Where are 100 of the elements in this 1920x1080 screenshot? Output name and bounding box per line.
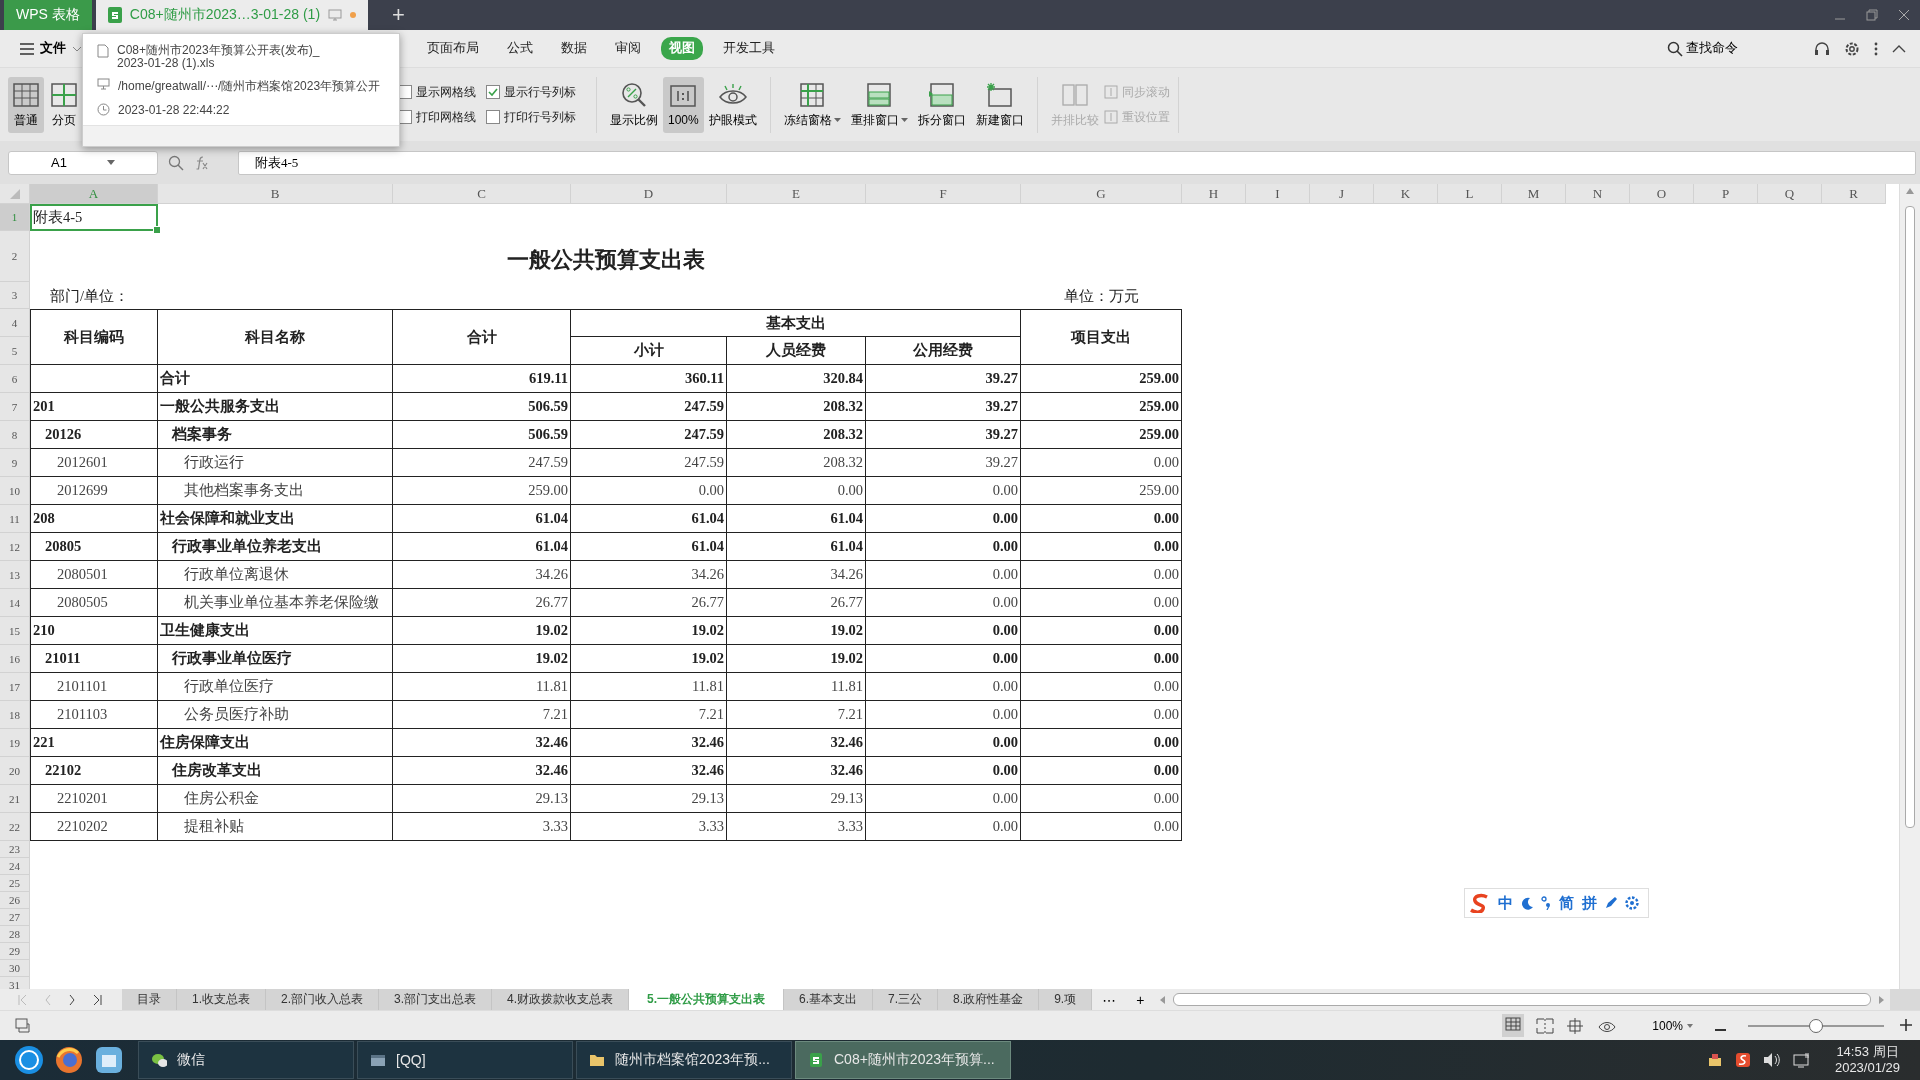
sheet-tab[interactable]: 5.一般公共预算支出表 [629, 989, 785, 1010]
row-number[interactable]: 24 [0, 858, 30, 875]
ribbon-button[interactable]: 重排窗口 [845, 76, 913, 133]
input-method-logo-icon[interactable] [1469, 893, 1491, 913]
column-header[interactable]: P [1694, 184, 1758, 204]
function-icon[interactable] [194, 155, 208, 170]
ribbon-button[interactable]: 护眼模式 [703, 76, 762, 133]
column-header[interactable]: O [1630, 184, 1694, 204]
column-header[interactable]: D [571, 184, 727, 204]
row-number[interactable]: 30 [0, 960, 30, 977]
normal-view-icon[interactable] [1505, 1017, 1522, 1031]
row-number[interactable]: 16 [0, 645, 30, 673]
sheet-tab[interactable]: 9.项 [1039, 989, 1093, 1010]
row-number[interactable]: 2 [0, 231, 30, 282]
punctuation-icon[interactable] [1540, 896, 1552, 910]
new-tab-button[interactable]: + [386, 0, 411, 30]
row-number[interactable]: 11 [0, 505, 30, 533]
sheet-tab[interactable]: 8.政府性基金 [938, 989, 1040, 1010]
row-number[interactable]: 13 [0, 561, 30, 589]
row-number[interactable]: 12 [0, 533, 30, 561]
row-number[interactable]: 3 [0, 282, 30, 309]
input-method-icon[interactable] [1734, 1052, 1751, 1068]
sheet-tab[interactable]: 目录 [122, 989, 177, 1010]
row-number[interactable]: 25 [0, 875, 30, 892]
input-method-option[interactable]: 中 [1497, 893, 1514, 913]
sheet-tab[interactable]: 4.财政拨款收支总表 [492, 989, 630, 1010]
row-number[interactable]: 10 [0, 477, 30, 505]
menu-tab[interactable]: 公式 [499, 37, 541, 60]
row-number[interactable]: 18 [0, 701, 30, 729]
more-icon[interactable] [1874, 40, 1878, 57]
column-header[interactable]: B [158, 184, 393, 204]
zoom-icon[interactable] [168, 154, 184, 171]
horizontal-scrollbar[interactable] [1154, 989, 1890, 1010]
ribbon-button[interactable]: 拆分窗口 [912, 76, 971, 133]
vertical-scrollbar[interactable] [1899, 184, 1920, 989]
row-number[interactable]: 6 [0, 365, 30, 393]
row-number[interactable]: 29 [0, 943, 30, 960]
fill-handle[interactable] [153, 226, 161, 234]
close-icon[interactable] [1898, 9, 1910, 21]
row-number[interactable]: 22 [0, 813, 30, 841]
row-number[interactable]: 21 [0, 785, 30, 813]
name-box[interactable]: A1 [8, 150, 158, 175]
column-header[interactable]: R [1822, 184, 1886, 204]
formula-field[interactable]: 附表4-5 [238, 150, 1916, 175]
row-number[interactable]: 28 [0, 926, 30, 943]
search-button[interactable]: 查找命令 [1661, 39, 1744, 58]
row-number[interactable]: 20 [0, 757, 30, 785]
sheet-tab[interactable]: 7.三公 [873, 989, 939, 1010]
sheet-tab[interactable]: 1.收支总表 [177, 989, 266, 1010]
row-number[interactable]: 4 [0, 309, 30, 337]
slider-thumb[interactable] [1809, 1018, 1823, 1033]
column-header[interactable]: N [1566, 184, 1630, 204]
taskbar-window[interactable]: C08+随州市2023年预算... [795, 1041, 1011, 1079]
row-number[interactable]: 5 [0, 337, 30, 365]
input-method-option[interactable]: 拼 [1581, 893, 1598, 913]
tray-app-icon[interactable] [1706, 1052, 1723, 1068]
ribbon-button[interactable]: 100% [663, 76, 704, 133]
speaker-icon[interactable] [1762, 1052, 1781, 1068]
more-sheets-button[interactable]: ⋯ [1092, 989, 1127, 1010]
pen-icon[interactable] [1604, 896, 1618, 910]
column-header[interactable]: F [866, 184, 1021, 204]
row-number[interactable]: 8 [0, 421, 30, 449]
headset-icon[interactable] [1814, 40, 1830, 57]
macro-icon[interactable] [14, 1016, 32, 1035]
row-number[interactable]: 15 [0, 617, 30, 645]
last-sheet-icon[interactable] [93, 994, 102, 1005]
row-number[interactable]: 31 [0, 977, 30, 989]
sheet-tab[interactable]: 6.基本支出 [784, 989, 874, 1010]
ribbon-button[interactable]: 显示比例 [605, 76, 663, 133]
add-sheet-button[interactable]: + [1126, 989, 1155, 1010]
column-header[interactable]: I [1246, 184, 1310, 204]
row-number[interactable]: 23 [0, 841, 30, 858]
taskbar-window[interactable]: 微信 [138, 1041, 354, 1079]
row-number[interactable]: 27 [0, 909, 30, 926]
column-header[interactable]: H [1182, 184, 1246, 204]
menu-tab[interactable]: 审阅 [607, 37, 649, 60]
column-header[interactable]: K [1374, 184, 1438, 204]
column-header[interactable]: C [393, 184, 571, 204]
column-header[interactable]: G [1021, 184, 1182, 204]
checkbox[interactable]: 打印行号列标 [486, 108, 576, 126]
column-header[interactable]: Q [1758, 184, 1822, 204]
input-method-option[interactable]: 简 [1558, 893, 1575, 913]
ribbon-button[interactable]: 冻结窗格 [778, 76, 846, 133]
row-number[interactable]: 26 [0, 892, 30, 909]
checkbox[interactable]: 显示行号列标 [486, 83, 576, 101]
settings-icon[interactable] [1624, 895, 1640, 911]
taskbar-window[interactable]: 随州市档案馆2023年预... [576, 1041, 792, 1079]
taskbar-window[interactable]: [QQ] [357, 1041, 573, 1079]
view-button[interactable]: 普通 [8, 76, 44, 133]
sheet-tab[interactable]: 3.部门支出总表 [379, 989, 493, 1010]
settings-icon[interactable] [1844, 40, 1860, 57]
collapse-icon[interactable] [1892, 43, 1906, 54]
column-header[interactable]: M [1502, 184, 1566, 204]
menu-tab[interactable]: 数据 [553, 37, 595, 60]
menu-tab[interactable]: 页面布局 [419, 37, 487, 60]
row-number[interactable]: 9 [0, 449, 30, 477]
column-header[interactable]: L [1438, 184, 1502, 204]
file-menu[interactable]: 文件 [14, 39, 88, 58]
sheet-tab[interactable]: 2.部门收入总表 [266, 989, 380, 1010]
clock[interactable]: 14:53 周日 2023/01/29 [1834, 1044, 1900, 1076]
